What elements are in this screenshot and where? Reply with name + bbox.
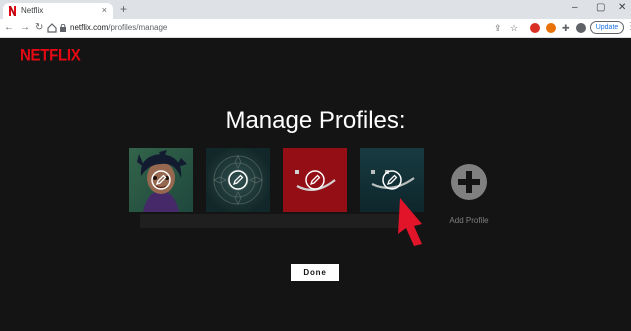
url-host: netflix.com [70,23,109,32]
browser-toolbar: ← → ↻ netflix.com/profiles/manage ⇪ ☆ ✚ … [0,19,631,38]
tab-title: Netflix [21,6,44,15]
netflix-favicon-icon [9,6,16,16]
edit-pencil-icon[interactable] [382,170,402,190]
browser-tab[interactable]: Netflix × [3,3,113,19]
profile-avatar-icon[interactable] [576,23,586,33]
edit-pencil-icon[interactable] [228,170,248,190]
profile-tile-2[interactable] [206,148,270,212]
minimize-icon[interactable]: – [572,2,578,14]
profiles-shadow [140,214,400,228]
browser-tab-strip: Netflix × + – ▢ ✕ [0,0,631,19]
profile-tile-1[interactable] [129,148,193,212]
tab-close-icon[interactable]: × [102,5,107,15]
extensions-puzzle-icon[interactable]: ✚ [562,23,570,33]
edit-pencil-icon[interactable] [151,170,171,190]
extension-icon-2[interactable] [546,23,556,33]
netflix-logo[interactable]: NETFLIX [20,46,81,65]
new-tab-icon[interactable]: + [120,3,127,15]
address-bar[interactable]: netflix.com/profiles/manage [70,23,167,32]
reload-icon[interactable]: ↻ [35,22,43,34]
back-icon[interactable]: ← [4,22,14,34]
extension-icon-1[interactable] [530,23,540,33]
forward-icon[interactable]: → [20,22,30,34]
done-button[interactable]: Done [291,264,339,281]
url-path: /profiles/manage [108,23,168,32]
bookmark-star-icon[interactable]: ☆ [510,23,518,33]
add-profile-button[interactable] [451,164,487,200]
profile-tile-3[interactable] [283,148,347,212]
edit-pencil-icon[interactable] [305,170,325,190]
maximize-icon[interactable]: ▢ [596,2,605,14]
lock-icon[interactable] [60,24,66,32]
browser-menu-icon[interactable]: ⋮ [626,22,631,32]
update-button[interactable]: Update [590,21,624,34]
page-title: Manage Profiles: [225,107,406,134]
annotation-arrow-icon [398,198,422,246]
share-icon[interactable]: ⇪ [494,23,502,33]
add-profile-label[interactable]: Add Profile [440,216,498,225]
close-window-icon[interactable]: ✕ [618,2,626,14]
home-icon[interactable] [47,23,57,33]
plus-icon [458,171,480,193]
